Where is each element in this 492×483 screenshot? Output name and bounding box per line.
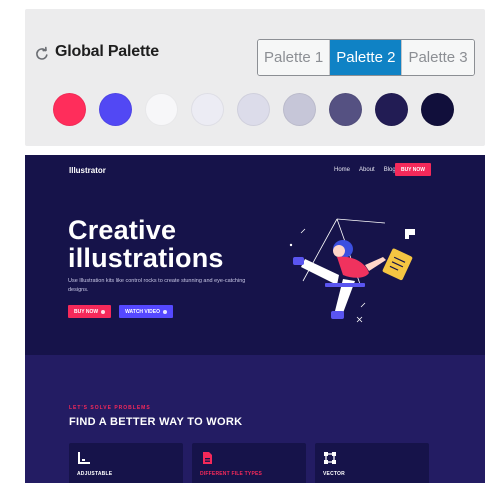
hero-title-line-1: Creative [68, 215, 177, 245]
hero-subtitle: Use Illustration kits like control rocks… [68, 278, 246, 293]
nav-home[interactable]: Home [334, 167, 350, 173]
watch-video-label: WATCH VIDEO [125, 308, 160, 315]
swatch-2[interactable] [99, 93, 132, 126]
feature-label: ADJUSTABLE [77, 471, 113, 477]
nav-buy-button[interactable]: BUY NOW [395, 163, 431, 176]
section-eyebrow: LET'S SOLVE PROBLEMS [69, 405, 151, 411]
feature-card-vector[interactable]: VECTOR [315, 443, 429, 483]
global-palette-panel: Global Palette Palette 1 Palette 2 Palet… [25, 9, 485, 146]
hero-buttons: BUY NOW WATCH VIDEO [68, 305, 173, 318]
site-logo[interactable]: Illustrator [69, 166, 106, 175]
features-section: LET'S SOLVE PROBLEMS FIND A BETTER WAY T… [25, 355, 485, 483]
swatch-4[interactable] [191, 93, 224, 126]
hero-title-line-2: illustrations [68, 243, 224, 273]
palette-tabs: Palette 1 Palette 2 Palette 3 [257, 39, 475, 76]
play-icon [163, 309, 167, 314]
tab-palette-3[interactable]: Palette 3 [402, 40, 474, 75]
nav-about[interactable]: About [359, 167, 375, 173]
vector-icon [324, 452, 336, 464]
feature-card-adjustable[interactable]: ADJUSTABLE [69, 443, 183, 483]
buy-now-label: BUY NOW [74, 308, 99, 315]
section-title: FIND A BETTER WAY TO WORK [69, 416, 243, 428]
swatch-9[interactable] [421, 93, 454, 126]
site-nav: Home About Blog [334, 167, 396, 173]
palette-header: Global Palette Palette 1 Palette 2 Palet… [25, 39, 485, 76]
feature-label: VECTOR [323, 471, 345, 477]
nav-blog[interactable]: Blog [384, 167, 396, 173]
watch-video-button[interactable]: WATCH VIDEO [119, 305, 173, 318]
palette-title: Global Palette [55, 43, 159, 60]
tab-palette-2[interactable]: Palette 2 [330, 40, 403, 75]
reset-icon[interactable] [34, 46, 50, 62]
hero-section: Illustrator Home About Blog BUY NOW Crea… [25, 155, 485, 355]
swatch-8[interactable] [375, 93, 408, 126]
swatch-7[interactable] [329, 93, 362, 126]
feature-label: DIFFERENT FILE TYPES [200, 471, 263, 477]
swatch-3[interactable] [145, 93, 178, 126]
tab-palette-1[interactable]: Palette 1 [258, 40, 331, 75]
feature-card-file-types[interactable]: DIFFERENT FILE TYPES [192, 443, 306, 483]
swatch-1[interactable] [53, 93, 86, 126]
file-icon [203, 452, 212, 464]
adjust-icon [78, 452, 90, 464]
swatch-5[interactable] [237, 93, 270, 126]
hero-title: Creative illustrations [68, 216, 298, 272]
buy-now-button[interactable]: BUY NOW [68, 305, 112, 318]
swing-illustration [289, 218, 415, 323]
arrow-icon [101, 309, 106, 314]
feature-cards: ADJUSTABLE DIFFERENT FILE TYPES VECTOR [69, 443, 429, 483]
site-preview: Illustrator Home About Blog BUY NOW Crea… [25, 155, 485, 483]
color-swatches [53, 93, 454, 126]
swatch-6[interactable] [283, 93, 316, 126]
